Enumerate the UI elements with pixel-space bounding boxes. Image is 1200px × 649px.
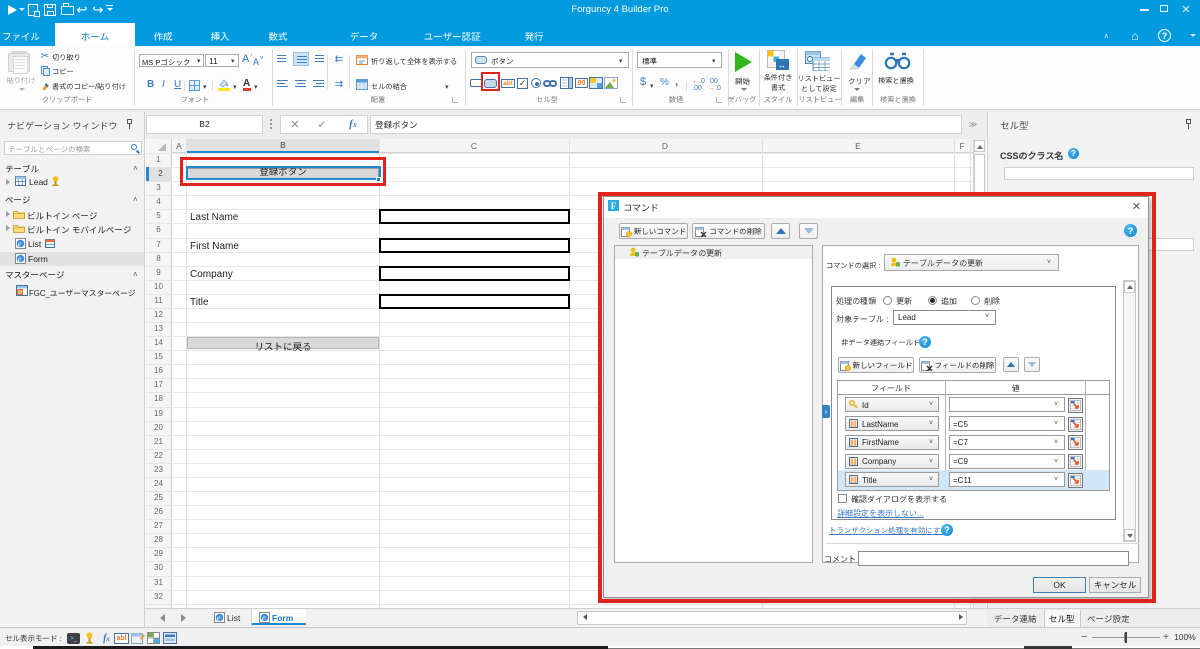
svg-text:e: e xyxy=(217,614,221,623)
svg-text:e: e xyxy=(262,614,266,623)
svg-text:e: e xyxy=(18,255,22,264)
svg-text:e: e xyxy=(18,240,22,249)
svg-text:↔: ↔ xyxy=(778,61,786,70)
